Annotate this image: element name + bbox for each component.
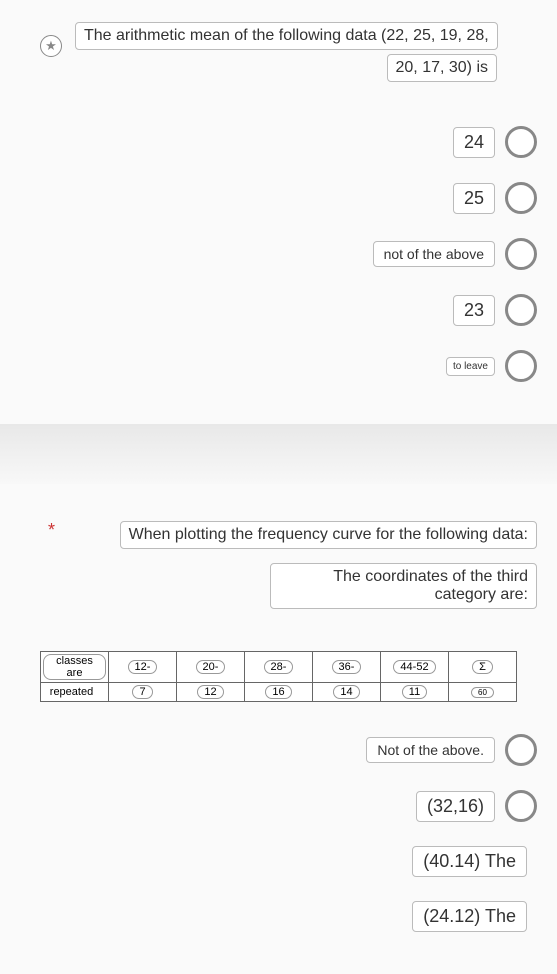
- option-label: to leave: [446, 357, 495, 376]
- radio-button[interactable]: [505, 126, 537, 158]
- radio-button[interactable]: [505, 790, 537, 822]
- question-1-text: The arithmetic mean of the following dat…: [75, 20, 537, 84]
- data-cell: 12: [197, 685, 223, 699]
- q2-option-3[interactable]: (40.14) The: [20, 834, 537, 889]
- q2-line2: The coordinates of the third category ar…: [270, 563, 537, 609]
- option-label: Not of the above.: [366, 737, 495, 763]
- q1-answers: 24 25 not of the above 23 to leave: [20, 114, 537, 394]
- header-cell: Σ: [472, 660, 493, 674]
- q2-answers: Not of the above. (32,16) (40.14) The (2…: [20, 722, 537, 944]
- data-cell: 7: [132, 685, 152, 699]
- radio-button[interactable]: [505, 294, 537, 326]
- table-data-row: repeated 7 12 16 14 11 60: [41, 683, 517, 702]
- data-cell: 14: [333, 685, 359, 699]
- option-label: 24: [453, 127, 495, 158]
- q1-option-5[interactable]: to leave: [20, 338, 537, 394]
- q1-option-4[interactable]: 23: [20, 282, 537, 338]
- q2-option-4[interactable]: (24.12) The: [20, 889, 537, 944]
- q2-option-1[interactable]: Not of the above.: [20, 722, 537, 778]
- q1-option-2[interactable]: 25: [20, 170, 537, 226]
- option-label: (40.14) The: [412, 846, 527, 877]
- q1-line2: 20, 17, 30) is: [387, 54, 498, 82]
- option-label: 23: [453, 295, 495, 326]
- radio-button[interactable]: [505, 238, 537, 270]
- q1-option-3[interactable]: not of the above: [20, 226, 537, 282]
- header-cell: 36-: [332, 660, 362, 674]
- data-cell: 16: [265, 685, 291, 699]
- option-label: not of the above: [373, 241, 495, 267]
- header-cell: classes are: [43, 654, 106, 680]
- radio-button[interactable]: [505, 734, 537, 766]
- divider: [0, 424, 557, 484]
- q2-option-2[interactable]: (32,16): [20, 778, 537, 834]
- data-cell: 60: [471, 687, 494, 698]
- radio-button[interactable]: [505, 182, 537, 214]
- required-star-badge: ★: [40, 35, 62, 57]
- option-label: (32,16): [416, 791, 495, 822]
- question-2-text: When plotting the frequency curve for th…: [90, 519, 537, 611]
- option-label: (24.12) The: [412, 901, 527, 932]
- q1-line1: The arithmetic mean of the following dat…: [75, 22, 498, 50]
- question-2: * When plotting the frequency curve for …: [0, 484, 557, 974]
- question-1: ★ The arithmetic mean of the following d…: [0, 0, 557, 424]
- header-cell: 28-: [264, 660, 294, 674]
- data-cell: 11: [402, 685, 427, 699]
- required-star: *: [48, 520, 55, 541]
- radio-button[interactable]: [505, 350, 537, 382]
- option-label: 25: [453, 183, 495, 214]
- header-cell: 12-: [128, 660, 158, 674]
- data-cell: repeated: [50, 686, 93, 698]
- header-cell: 44-52: [393, 660, 435, 674]
- frequency-table: classes are 12- 20- 28- 36- 44-52 Σ repe…: [40, 651, 517, 702]
- q2-line1: When plotting the frequency curve for th…: [120, 521, 537, 549]
- q1-option-1[interactable]: 24: [20, 114, 537, 170]
- star-icon: ★: [45, 38, 57, 54]
- table-header-row: classes are 12- 20- 28- 36- 44-52 Σ: [41, 652, 517, 683]
- header-cell: 20-: [196, 660, 226, 674]
